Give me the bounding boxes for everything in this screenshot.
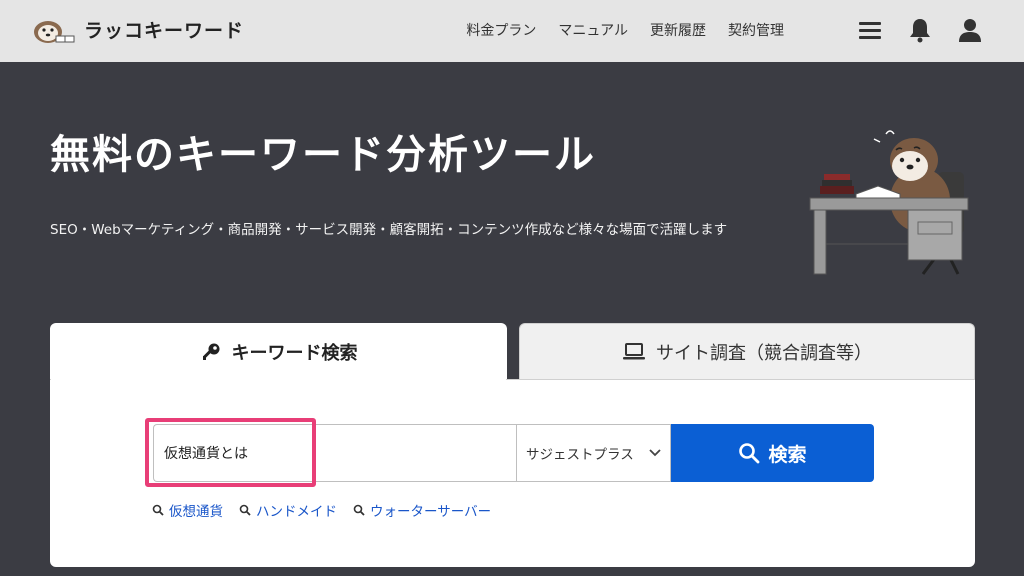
- user-icon[interactable]: [956, 16, 984, 44]
- suggestion-label: ハンドメイド: [256, 504, 337, 520]
- brand-name: ラッコキーワード: [84, 19, 245, 42]
- search-mode-select[interactable]: サジェストプラス: [516, 424, 671, 482]
- suggested-keywords: 仮想通貨 ハンドメイド ウォーターサーバー: [152, 500, 491, 520]
- otter-mascot-illustration: [809, 130, 969, 275]
- search-icon: [152, 504, 164, 516]
- suggestion-link[interactable]: ウォーターサーバー: [353, 500, 491, 520]
- header-nav: 料金プラン マニュアル 更新履歴 契約管理: [466, 20, 784, 40]
- search-button-label: 検索: [768, 443, 807, 466]
- search-icon: [739, 443, 760, 464]
- suggestion-label: ウォーターサーバー: [370, 504, 492, 520]
- brand-logo[interactable]: ラッコキーワード: [30, 12, 244, 46]
- tab-site-research[interactable]: サイト調査（競合調査等）: [519, 323, 975, 379]
- laptop-icon: [623, 342, 645, 359]
- suggestion-label: 仮想通貨: [169, 504, 223, 520]
- search-button[interactable]: 検索: [671, 424, 874, 482]
- header-icons: [856, 16, 984, 44]
- chevron-down-icon: [649, 449, 661, 457]
- tab-keyword-search[interactable]: キーワード検索: [50, 323, 507, 381]
- tab-keyword-label: キーワード検索: [231, 343, 358, 364]
- nav-pricing[interactable]: 料金プラン: [466, 20, 536, 40]
- nav-manual[interactable]: マニュアル: [558, 20, 628, 40]
- menu-icon[interactable]: [856, 16, 884, 44]
- active-tab-connector: [51, 375, 506, 383]
- search-icon: [353, 504, 365, 516]
- hero-title: 無料のキーワード分析ツール: [50, 132, 596, 178]
- hero-description: SEO・Webマーケティング・商品開発・サービス開発・顧客開拓・コンテンツ作成な…: [50, 222, 728, 238]
- search-icon: [239, 504, 251, 516]
- keyword-input[interactable]: [153, 424, 516, 482]
- tab-site-label: サイト調査（競合調査等）: [656, 342, 872, 364]
- key-icon: [202, 343, 219, 360]
- search-mode-value: サジェストプラス: [526, 447, 634, 463]
- search-form: サジェストプラス 検索: [153, 424, 874, 482]
- top-header: ラッコキーワード 料金プラン マニュアル 更新履歴 契約管理: [0, 0, 1024, 62]
- suggestion-link[interactable]: 仮想通貨: [152, 500, 223, 520]
- nav-contract[interactable]: 契約管理: [728, 20, 784, 40]
- otter-logo-icon: [34, 21, 75, 43]
- nav-changelog[interactable]: 更新履歴: [650, 20, 706, 40]
- suggestion-link[interactable]: ハンドメイド: [239, 500, 337, 520]
- bell-icon[interactable]: [906, 16, 934, 44]
